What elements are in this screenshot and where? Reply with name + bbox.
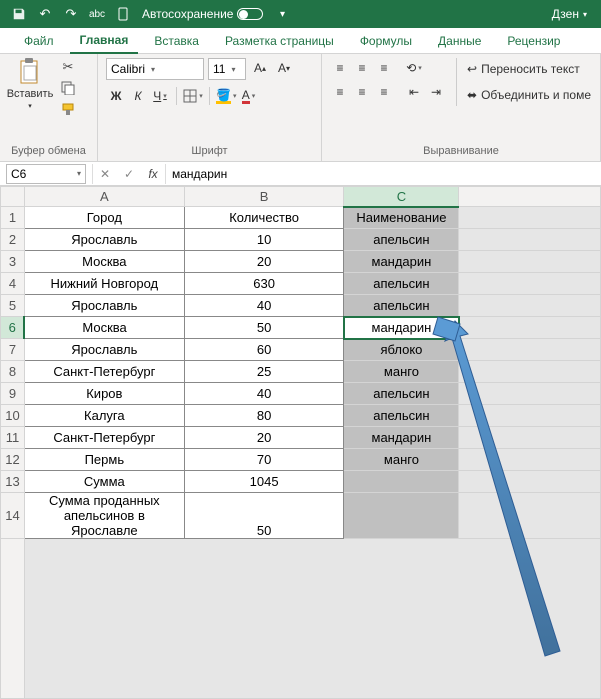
- table-row[interactable]: 8Санкт-Петербург25манго: [1, 361, 601, 383]
- titlebar: ↶ ↷ abc Автосохранение ▾ Дзен ▾: [0, 0, 601, 28]
- tab-file[interactable]: Файл: [14, 29, 64, 53]
- paste-label: Вставить: [7, 88, 54, 100]
- main-menu[interactable]: Дзен ▾: [544, 7, 595, 21]
- cut-icon[interactable]: ✂: [58, 58, 78, 76]
- align-right-icon[interactable]: ≡: [374, 82, 394, 102]
- chevron-down-icon: ▾: [151, 65, 155, 74]
- spreadsheet-grid: A B C 1 Город Количество Наименование 2Я…: [0, 186, 601, 699]
- spellcheck-icon[interactable]: abc: [84, 4, 110, 24]
- font-color-icon[interactable]: A▾: [238, 86, 258, 106]
- table-row[interactable]: 4Нижний Новгород630апельсин: [1, 273, 601, 295]
- ribbon: Вставить ▾ ✂ Буфер обмена Calibri▾ 11▾ A…: [0, 54, 601, 162]
- merge-icon: ⬌: [467, 88, 477, 102]
- decrease-indent-icon[interactable]: ⇤: [404, 82, 424, 102]
- copy-icon[interactable]: [58, 79, 78, 97]
- wrap-text-icon: ↩: [467, 62, 477, 76]
- col-header-b[interactable]: B: [184, 187, 344, 207]
- group-label-font: Шрифт: [106, 145, 313, 159]
- paste-button[interactable]: Вставить ▾: [8, 58, 52, 110]
- save-icon[interactable]: [6, 4, 32, 24]
- decrease-font-icon[interactable]: A▾: [274, 58, 294, 78]
- format-painter-icon[interactable]: [58, 100, 78, 118]
- borders-icon[interactable]: ▾: [183, 86, 203, 106]
- tab-data[interactable]: Данные: [428, 29, 491, 53]
- qat-dropdown-icon[interactable]: ▾: [269, 4, 295, 24]
- tab-review[interactable]: Рецензир: [497, 29, 570, 53]
- cancel-formula-icon[interactable]: ✕: [93, 164, 117, 184]
- align-middle-icon[interactable]: ≡: [352, 58, 372, 78]
- group-alignment: ≡ ≡ ≡ ⟲▾ ≡ ≡ ≡ ⇤ ⇥ ↩Переносить текст: [322, 54, 601, 161]
- enter-formula-icon[interactable]: ✓: [117, 164, 141, 184]
- align-center-icon[interactable]: ≡: [352, 82, 372, 102]
- col-header-rest[interactable]: [459, 187, 601, 207]
- formula-input[interactable]: мандарин: [166, 167, 601, 181]
- align-bottom-icon[interactable]: ≡: [374, 58, 394, 78]
- formula-bar: C6 ▾ ✕ ✓ fx мандарин: [0, 162, 601, 186]
- merge-cells-button[interactable]: ⬌Объединить и поме: [467, 84, 591, 106]
- chevron-down-icon: ▾: [77, 169, 81, 178]
- fill-color-icon[interactable]: 🪣▾: [216, 86, 236, 106]
- touch-icon[interactable]: [110, 4, 136, 24]
- bold-button[interactable]: Ж: [106, 86, 126, 106]
- group-label-alignment: Выравнивание: [330, 145, 592, 159]
- clipboard-icon: [16, 58, 44, 86]
- fx-icon[interactable]: fx: [141, 164, 165, 184]
- ribbon-tabs: Файл Главная Вставка Разметка страницы Ф…: [0, 28, 601, 54]
- table-row[interactable]: 5Ярославль40апельсин: [1, 295, 601, 317]
- autosave-toggle[interactable]: Автосохранение: [136, 7, 269, 21]
- select-all-corner[interactable]: [1, 187, 25, 207]
- table-row[interactable]: 9Киров40апельсин: [1, 383, 601, 405]
- align-left-icon[interactable]: ≡: [330, 82, 350, 102]
- table-row[interactable]: 3Москва20мандарин: [1, 251, 601, 273]
- table-row[interactable]: 2Ярославль10апельсин: [1, 229, 601, 251]
- redo-icon[interactable]: ↷: [58, 4, 84, 24]
- table-row[interactable]: 7Ярославль60яблоко: [1, 339, 601, 361]
- table-row[interactable]: 13 Сумма 1045: [1, 471, 601, 493]
- group-clipboard: Вставить ▾ ✂ Буфер обмена: [0, 54, 98, 161]
- undo-icon[interactable]: ↶: [32, 4, 58, 24]
- autosave-switch-icon[interactable]: [237, 8, 263, 20]
- table-row[interactable]: 12Пермь70манго: [1, 449, 601, 471]
- tab-home[interactable]: Главная: [70, 28, 139, 54]
- font-name-combo[interactable]: Calibri▾: [106, 58, 204, 80]
- wrap-text-button[interactable]: ↩Переносить текст: [467, 58, 591, 80]
- font-size-combo[interactable]: 11▾: [208, 58, 246, 80]
- col-header-a[interactable]: A: [24, 187, 184, 207]
- col-header-c[interactable]: C: [344, 187, 459, 207]
- tab-insert[interactable]: Вставка: [144, 29, 209, 53]
- increase-indent-icon[interactable]: ⇥: [426, 82, 446, 102]
- orientation-icon[interactable]: ⟲▾: [404, 58, 424, 78]
- group-label-clipboard: Буфер обмена: [8, 145, 89, 159]
- main-menu-label: Дзен: [552, 7, 579, 21]
- increase-font-icon[interactable]: A▴: [250, 58, 270, 78]
- group-font: Calibri▾ 11▾ A▴ A▾ Ж К Ч▾ ▾ 🪣▾ A▾ Шрифт: [98, 54, 322, 161]
- grid-table[interactable]: A B C 1 Город Количество Наименование 2Я…: [0, 186, 601, 699]
- tab-formulas[interactable]: Формулы: [350, 29, 422, 53]
- chevron-down-icon: ▾: [231, 65, 235, 74]
- table-row[interactable]: 6Москва50мандарин: [1, 317, 601, 339]
- underline-button[interactable]: Ч▾: [150, 86, 170, 106]
- italic-button[interactable]: К: [128, 86, 148, 106]
- table-row[interactable]: 1 Город Количество Наименование: [1, 207, 601, 229]
- table-row[interactable]: 14 Сумма проданных апельсинов в Ярославл…: [1, 493, 601, 539]
- table-row[interactable]: 10Калуга80апельсин: [1, 405, 601, 427]
- chevron-down-icon: ▾: [28, 102, 32, 110]
- tab-layout[interactable]: Разметка страницы: [215, 29, 344, 53]
- name-box[interactable]: C6 ▾: [6, 164, 86, 184]
- align-top-icon[interactable]: ≡: [330, 58, 350, 78]
- chevron-down-icon: ▾: [583, 10, 587, 19]
- autosave-label: Автосохранение: [142, 7, 233, 21]
- table-row[interactable]: 11Санкт-Петербург20мандарин: [1, 427, 601, 449]
